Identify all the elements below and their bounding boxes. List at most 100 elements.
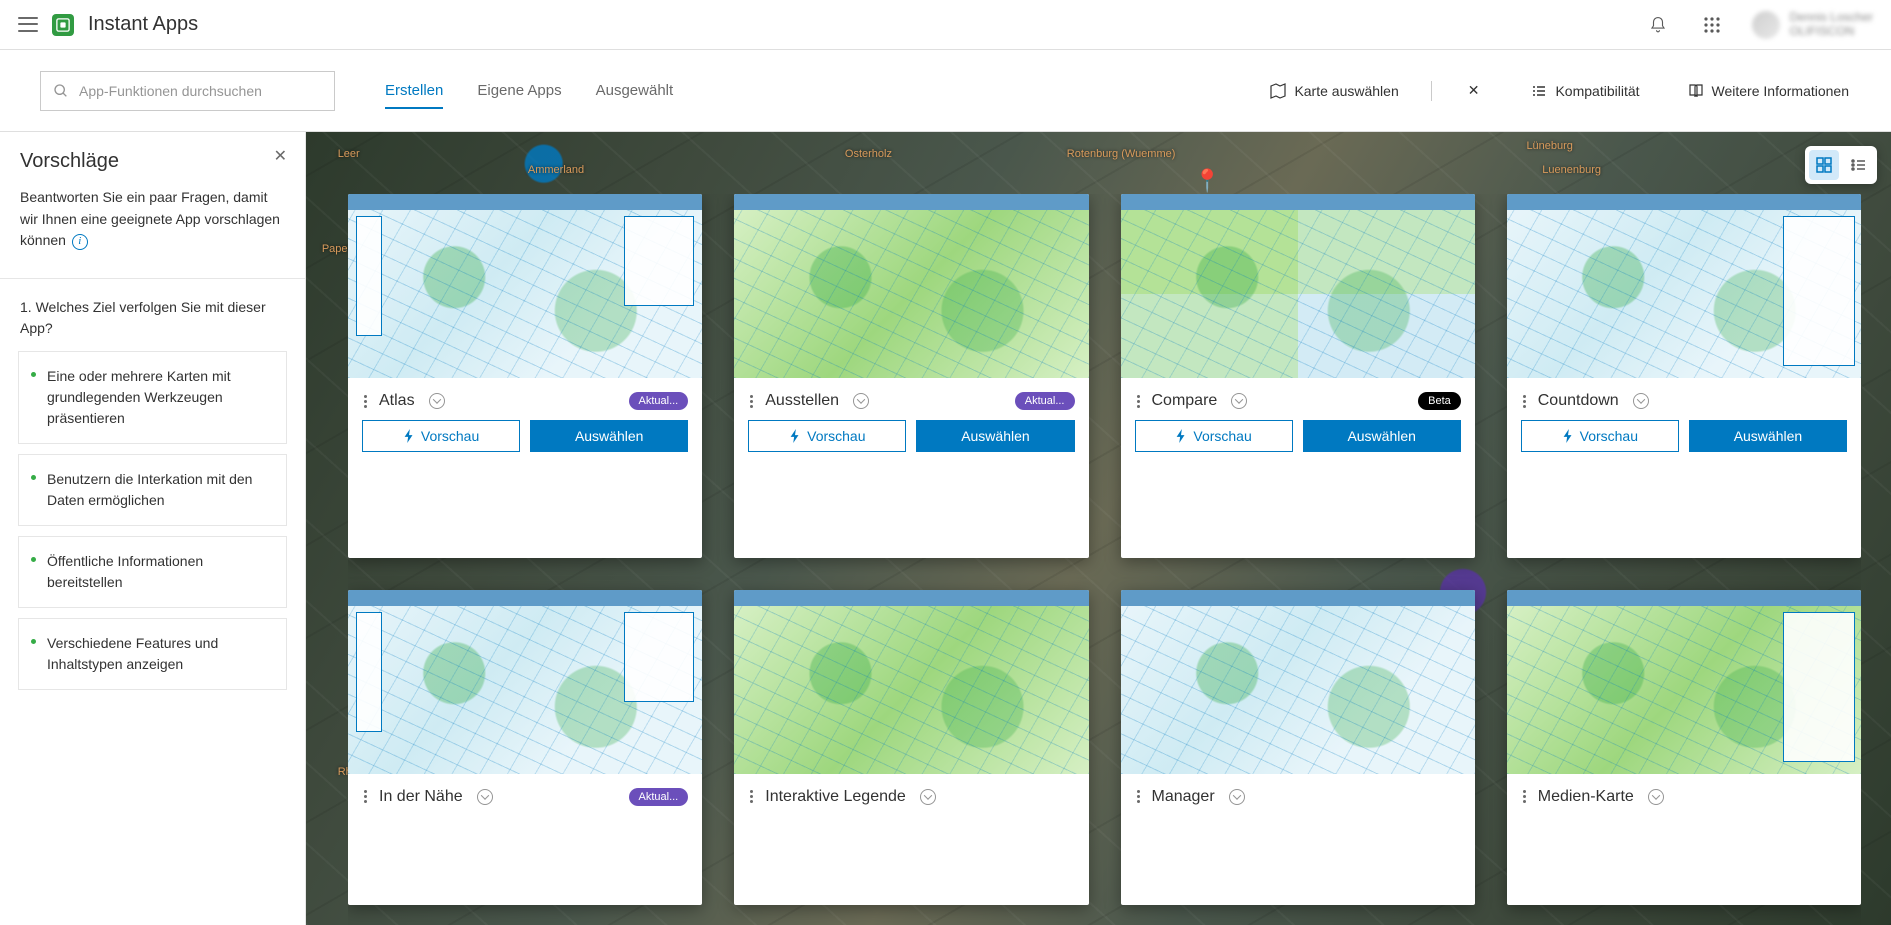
list-view-button[interactable] — [1843, 150, 1873, 180]
preview-button[interactable]: Vorschau — [362, 420, 520, 452]
template-grid: AtlasAktual...VorschauAuswählenAusstelle… — [348, 194, 1861, 925]
suggestions-question: 1. Welches Ziel verfolgen Sie mit dieser… — [0, 279, 305, 351]
preview-button[interactable]: Vorschau — [748, 420, 906, 452]
expand-icon[interactable] — [920, 789, 936, 805]
compatibility-button[interactable]: Kompatibilität — [1529, 79, 1641, 103]
view-toggle — [1805, 146, 1877, 184]
app-launcher-icon[interactable] — [1692, 5, 1732, 45]
template-thumbnail[interactable] — [1121, 194, 1475, 378]
search-input[interactable] — [79, 83, 322, 99]
bolt-icon — [1175, 429, 1187, 443]
info-icon[interactable]: i — [72, 234, 88, 250]
map-icon — [1270, 83, 1286, 99]
menu-toggle[interactable] — [18, 15, 38, 35]
preview-button[interactable]: Vorschau — [1135, 420, 1293, 452]
select-button[interactable]: Auswählen — [916, 420, 1074, 452]
close-suggestions-button[interactable]: ✕ — [274, 146, 287, 166]
expand-icon[interactable] — [853, 393, 869, 409]
app-title: Instant Apps — [88, 13, 198, 36]
app-logo-icon — [52, 14, 74, 36]
avatar — [1752, 11, 1780, 39]
template-card-compare: Compare Beta Vorschau Auswählen — [1121, 194, 1475, 558]
template-title: Atlas — [379, 392, 415, 410]
template-card-legend: Interaktive Legende — [734, 590, 1088, 906]
book-icon — [1688, 83, 1704, 99]
list-icon — [1531, 83, 1547, 99]
divider — [1431, 81, 1432, 101]
topbar: Instant Apps Dennis Loscher OLIFISCON — [0, 0, 1891, 50]
user-label: Dennis Loscher OLIFISCON — [1790, 11, 1873, 37]
card-more-button[interactable] — [748, 788, 755, 805]
search-icon — [53, 83, 69, 99]
template-title: Manager — [1152, 788, 1215, 806]
workspace: ✕ Vorschläge Beantworten Sie ein paar Fr… — [0, 132, 1891, 925]
template-card-atlas: Atlas Aktual... Vorschau Auswählen — [348, 194, 702, 558]
grid-view-button[interactable] — [1809, 150, 1839, 180]
suggestion-option-2[interactable]: Öffentliche Informationen bereitstellen — [18, 536, 287, 608]
suggestions-panel: ✕ Vorschläge Beantworten Sie ein paar Fr… — [0, 132, 306, 925]
template-title: In der Nähe — [379, 788, 463, 806]
card-more-button[interactable] — [1135, 788, 1142, 805]
suggestions-title: Vorschläge — [20, 150, 285, 173]
template-thumbnail[interactable] — [348, 590, 702, 774]
select-button[interactable]: Auswählen — [1303, 420, 1461, 452]
expand-icon[interactable] — [1633, 393, 1649, 409]
expand-icon[interactable] — [477, 789, 493, 805]
expand-icon[interactable] — [429, 393, 445, 409]
template-thumbnail[interactable] — [348, 194, 702, 378]
template-thumbnail[interactable] — [1507, 590, 1861, 774]
bolt-icon — [403, 429, 415, 443]
select-button[interactable]: Auswählen — [530, 420, 688, 452]
suggestion-option-1[interactable]: Benutzern die Interkation mit den Daten … — [18, 454, 287, 526]
template-title: Ausstellen — [765, 392, 839, 410]
recently-updated-badge: Aktual... — [629, 392, 689, 410]
card-more-button[interactable] — [1521, 788, 1528, 805]
bolt-icon — [789, 429, 801, 443]
recently-updated-badge: Aktual... — [629, 788, 689, 806]
suggestions-description: Beantworten Sie ein paar Fragen, damit w… — [20, 187, 285, 252]
card-more-button[interactable] — [1521, 393, 1528, 410]
close-map-button[interactable]: ✕ — [1462, 78, 1486, 103]
select-button[interactable]: Auswählen — [1689, 420, 1847, 452]
expand-icon[interactable] — [1648, 789, 1664, 805]
preview-button[interactable]: Vorschau — [1521, 420, 1679, 452]
user-menu[interactable]: Dennis Loscher OLIFISCON — [1752, 11, 1873, 39]
suggestion-option-0[interactable]: Eine oder mehrere Karten mit grundlegend… — [18, 351, 287, 444]
tab-selected[interactable]: Ausgewählt — [596, 76, 674, 105]
tab-myapps[interactable]: Eigene Apps — [477, 76, 561, 105]
template-thumbnail[interactable] — [734, 194, 1088, 378]
map-canvas[interactable]: 📍 LeerAmmerlandOsterholzRotenburg (Wuemm… — [306, 132, 1891, 925]
template-thumbnail[interactable] — [734, 590, 1088, 774]
map-pin-icon: 📍 — [1194, 168, 1221, 194]
close-icon: ✕ — [1468, 82, 1480, 99]
more-info-button[interactable]: Weitere Informationen — [1686, 79, 1851, 103]
template-title: Countdown — [1538, 392, 1619, 410]
search-box[interactable] — [40, 71, 335, 111]
recently-updated-badge: Aktual... — [1015, 392, 1075, 410]
suggestion-option-3[interactable]: Verschiedene Features und Inhaltstypen a… — [18, 618, 287, 690]
template-card-ausstellen: Ausstellen Aktual... Vorschau Auswählen — [734, 194, 1088, 558]
template-card-media: Medien-Karte — [1507, 590, 1861, 906]
bolt-icon — [1562, 429, 1574, 443]
card-more-button[interactable] — [362, 788, 369, 805]
secondbar: Erstellen Eigene Apps Ausgewählt Karte aus… — [0, 50, 1891, 132]
template-title: Medien-Karte — [1538, 788, 1634, 806]
card-more-button[interactable] — [1135, 393, 1142, 410]
suggestions-options: Eine oder mehrere Karten mit grundlegend… — [0, 351, 305, 710]
template-card-manager: Manager — [1121, 590, 1475, 906]
template-card-countdown: Countdown Vorschau Auswählen — [1507, 194, 1861, 558]
template-title: Interaktive Legende — [765, 788, 906, 806]
template-card-nearby: In der Nähe Aktual... — [348, 590, 702, 906]
card-more-button[interactable] — [362, 393, 369, 410]
expand-icon[interactable] — [1229, 789, 1245, 805]
card-more-button[interactable] — [748, 393, 755, 410]
choose-map-button[interactable]: Karte auswählen — [1268, 79, 1400, 103]
expand-icon[interactable] — [1231, 393, 1247, 409]
tab-create[interactable]: Erstellen — [385, 76, 443, 105]
template-thumbnail[interactable] — [1507, 194, 1861, 378]
notifications-icon[interactable] — [1638, 5, 1678, 45]
template-thumbnail[interactable] — [1121, 590, 1475, 774]
template-title: Compare — [1152, 392, 1218, 410]
beta-badge: Beta — [1418, 392, 1461, 410]
tabs: Erstellen Eigene Apps Ausgewählt — [385, 76, 673, 105]
